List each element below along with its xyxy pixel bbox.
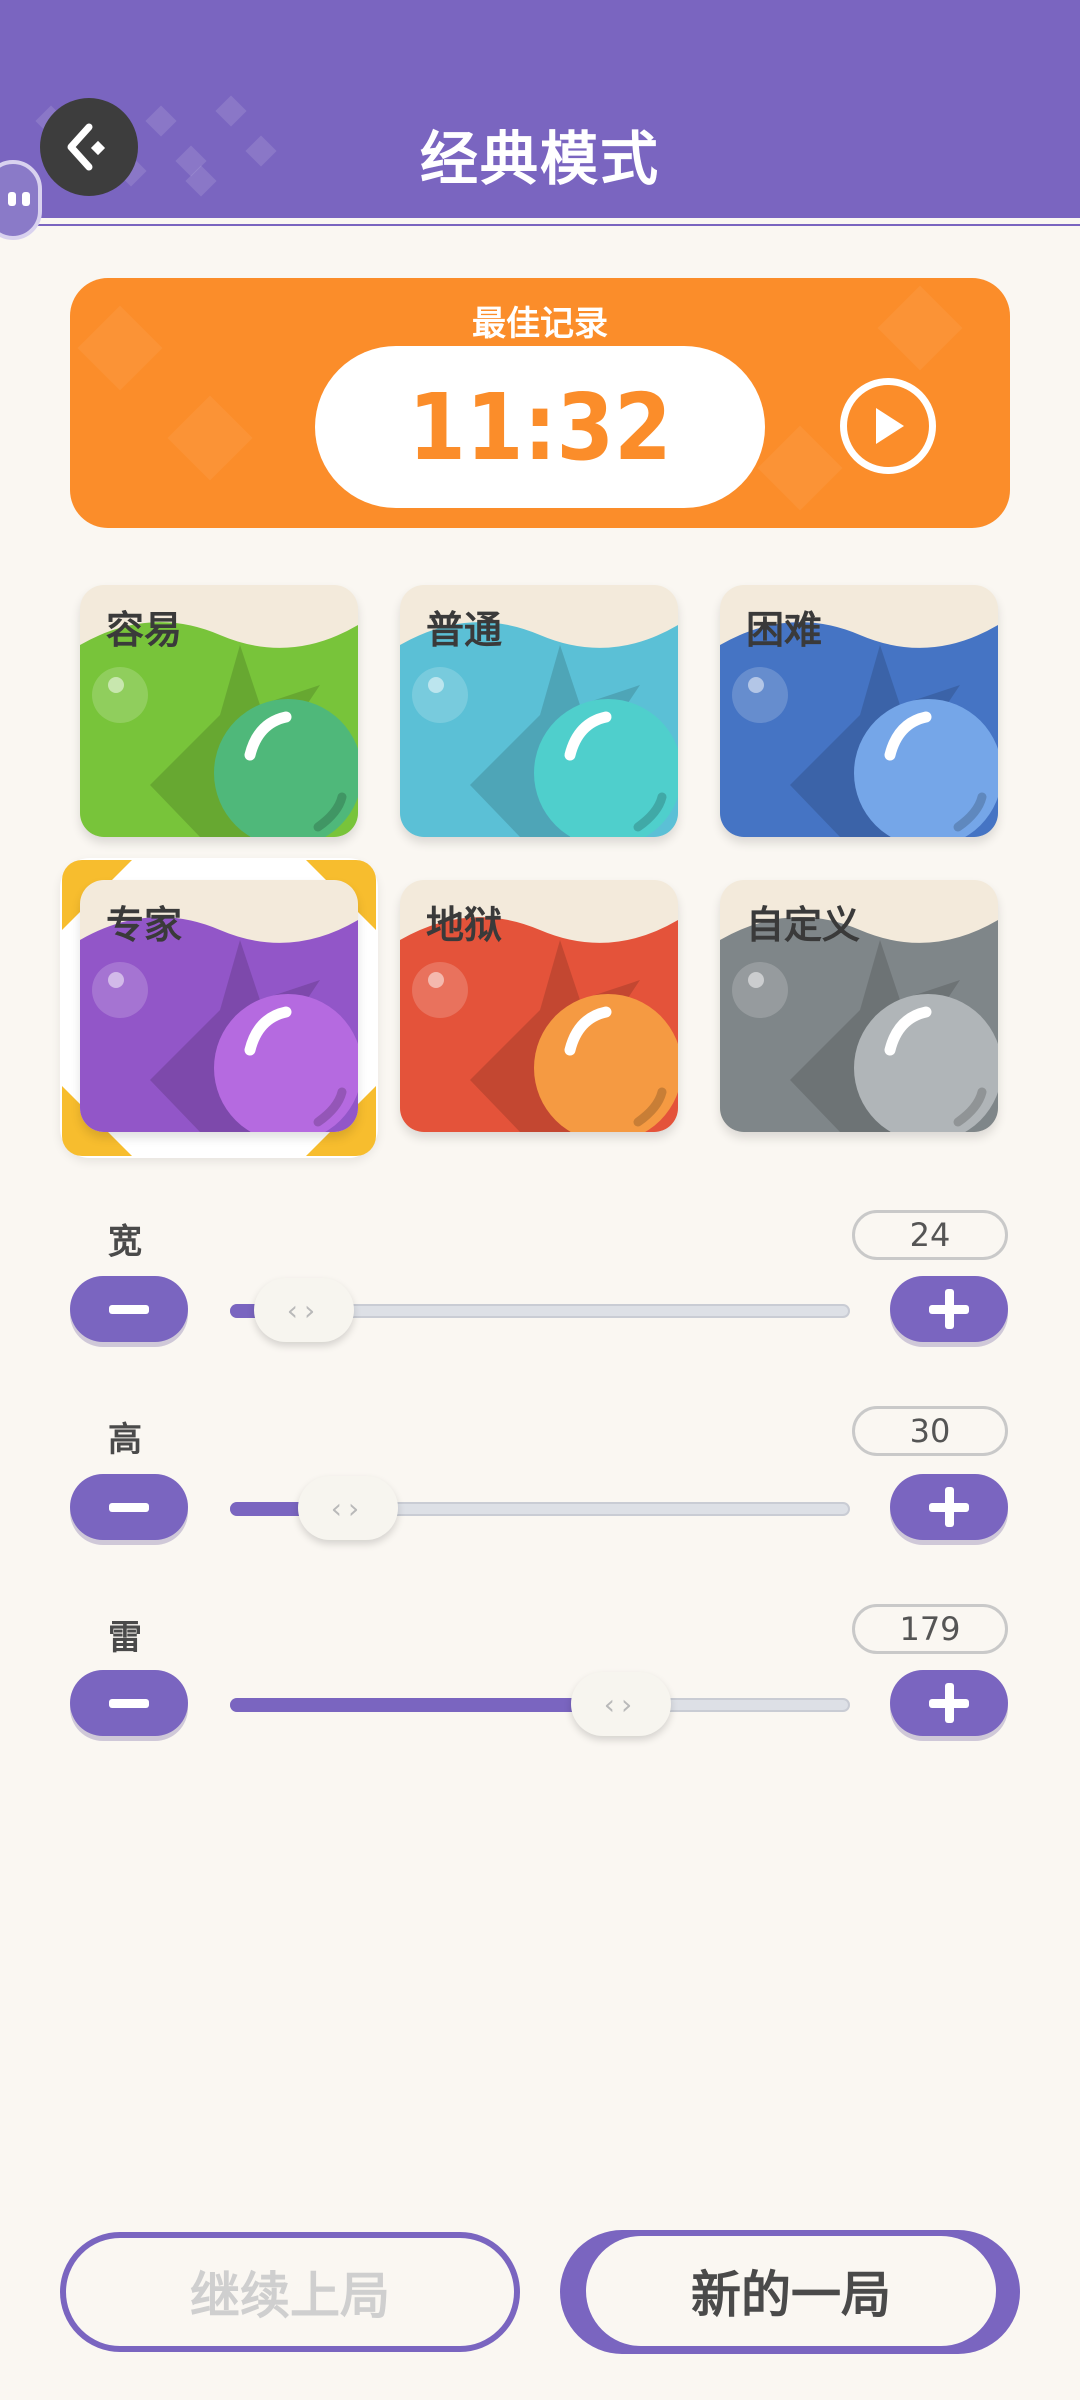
difficulty-card[interactable]: 地狱 (400, 880, 678, 1132)
height-value: 30 (852, 1406, 1008, 1456)
assistant-eye (8, 192, 16, 206)
replay-button[interactable] (840, 378, 936, 474)
difficulty-card-label: 容易 (106, 608, 183, 652)
mines-increase-button[interactable] (890, 1670, 1008, 1736)
assistant-eye (22, 192, 30, 206)
difficulty-card[interactable]: 容易 (80, 585, 358, 837)
difficulty-card-label: 地狱 (426, 903, 503, 947)
difficulty-card-label: 困难 (746, 608, 823, 652)
difficulty-card[interactable]: 普通 (400, 585, 678, 837)
mines-slider-thumb[interactable]: ‹› (571, 1672, 671, 1736)
best-record-time: 11:32 (315, 346, 765, 508)
height-slider-thumb[interactable]: ‹› (298, 1476, 398, 1540)
mines-label: 雷 (108, 1618, 142, 1658)
height-increase-button[interactable] (890, 1474, 1008, 1540)
best-record-label: 最佳记录 (472, 304, 608, 344)
mines-value: 179 (852, 1604, 1008, 1654)
height-label: 高 (108, 1420, 142, 1460)
new-game-button[interactable]: 新的一局 (586, 2236, 996, 2346)
difficulty-card-label: 普通 (426, 608, 503, 652)
height-decrease-button[interactable] (70, 1474, 188, 1540)
mines-slider-fill (230, 1698, 621, 1712)
width-increase-button[interactable] (890, 1276, 1008, 1342)
difficulty-card-label: 自定义 (746, 903, 861, 947)
width-value: 24 (852, 1210, 1008, 1260)
page-title: 经典模式 (419, 125, 660, 193)
panel-pattern (757, 425, 843, 511)
difficulty-card-label: 专家 (106, 903, 183, 947)
play-icon (876, 408, 904, 444)
width-decrease-button[interactable] (70, 1276, 188, 1342)
floating-assistant-icon[interactable] (0, 160, 42, 240)
best-record-panel: 最佳记录 11:32 (70, 278, 1010, 528)
difficulty-card[interactable]: 自定义 (720, 880, 998, 1132)
mines-decrease-button[interactable] (70, 1670, 188, 1736)
panel-pattern (167, 395, 253, 481)
width-slider-thumb[interactable]: ‹› (254, 1278, 354, 1342)
continue-game-button[interactable]: 继续上局 (60, 2232, 520, 2352)
width-label: 宽 (108, 1222, 142, 1262)
difficulty-card[interactable]: 专家 (80, 880, 358, 1132)
header-divider-base (0, 224, 1080, 226)
difficulty-card[interactable]: 困难 (720, 585, 998, 837)
mines-slider-track[interactable] (230, 1698, 850, 1712)
